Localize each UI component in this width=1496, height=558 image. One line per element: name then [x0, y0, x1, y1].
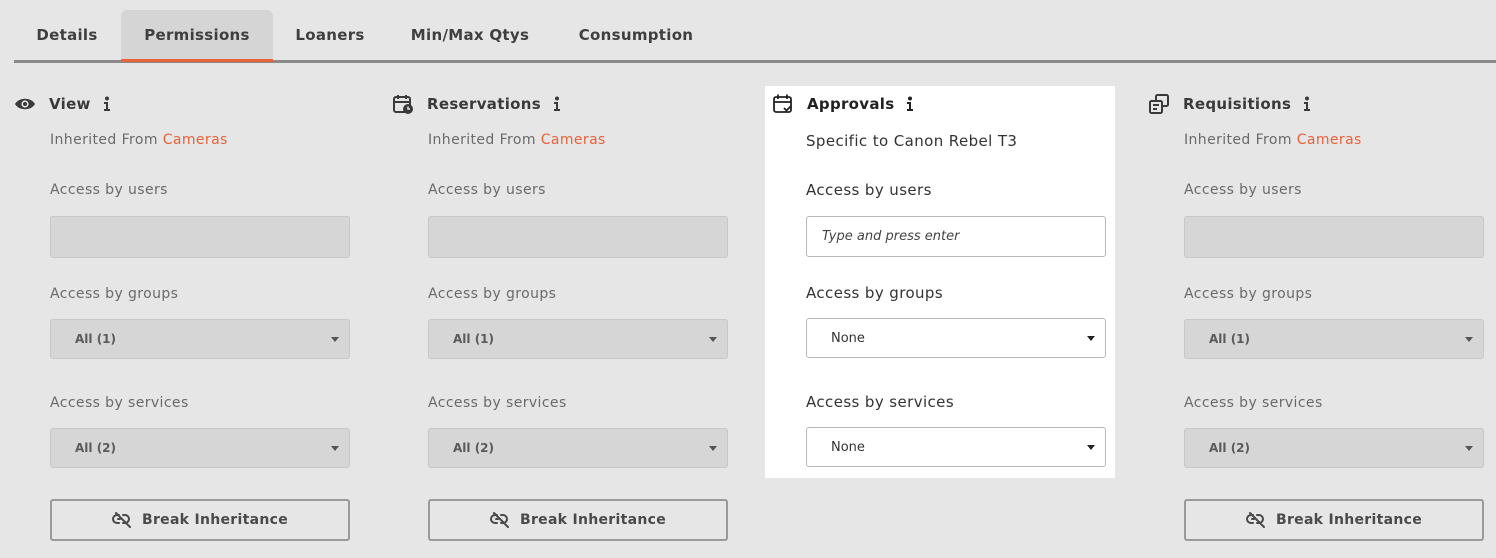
users-label: Access by users: [806, 181, 932, 199]
eye-icon: [14, 93, 36, 115]
services-label: Access by services: [1184, 395, 1323, 411]
break-inheritance-button[interactable]: Break Inheritance: [428, 499, 728, 541]
unlink-icon: [111, 512, 131, 528]
break-inheritance-label: Break Inheritance: [519, 512, 667, 528]
chevron-down-icon: [1465, 337, 1473, 342]
chevron-down-icon: [1087, 336, 1095, 341]
tab-loaners[interactable]: Loaners: [276, 10, 384, 60]
services-value: None: [831, 439, 865, 455]
tab-permissions[interactable]: Permissions: [121, 10, 273, 62]
inherit-text: Inherited From: [50, 132, 163, 148]
info-icon[interactable]: [103, 96, 113, 112]
inheritance-note: Inherited From Cameras: [428, 132, 606, 148]
groups-select: All (1): [1184, 319, 1484, 359]
view-permission-column: View Inherited From Cameras Access by us…: [14, 86, 364, 556]
unlink-icon: [1245, 512, 1265, 528]
groups-select: All (1): [50, 319, 350, 359]
info-icon[interactable]: [553, 96, 563, 112]
chevron-down-icon: [331, 446, 339, 451]
groups-label: Access by groups: [428, 286, 557, 302]
requisitions-title: Requisitions: [1183, 95, 1292, 113]
break-inheritance-button[interactable]: Break Inheritance: [50, 499, 350, 541]
chevron-down-icon: [709, 337, 717, 342]
users-label: Access by users: [50, 182, 168, 198]
calendar-check-icon: [772, 93, 794, 115]
services-value: All (2): [75, 441, 117, 455]
services-select: All (2): [428, 428, 728, 468]
groups-label: Access by groups: [806, 284, 944, 302]
break-inheritance-button[interactable]: Break Inheritance: [1184, 499, 1484, 541]
tab-min-max-qtys[interactable]: Min/Max Qtys: [394, 10, 546, 60]
users-label: Access by users: [428, 182, 546, 198]
services-select: All (2): [1184, 428, 1484, 468]
approvals-title: Approvals: [807, 95, 895, 113]
services-value: All (2): [1209, 441, 1251, 455]
users-field-disabled: [428, 216, 728, 258]
services-value: All (2): [453, 441, 495, 455]
tab-bar: Details Permissions Loaners Min/Max Qtys…: [14, 10, 1496, 63]
groups-select[interactable]: None: [806, 318, 1106, 358]
break-inheritance-label: Break Inheritance: [1275, 512, 1423, 528]
tab-consumption[interactable]: Consumption: [562, 10, 710, 60]
services-label: Access by services: [428, 395, 567, 411]
reservations-permission-column: Reservations Inherited From Cameras Acce…: [392, 86, 742, 556]
reservations-title: Reservations: [427, 95, 541, 113]
requisitions-permission-column: Requisitions Inherited From Cameras Acce…: [1148, 86, 1496, 556]
inherit-link-cameras[interactable]: Cameras: [163, 132, 228, 148]
view-title: View: [49, 95, 91, 113]
inheritance-note: Inherited From Cameras: [1184, 132, 1362, 148]
groups-value: All (1): [75, 332, 117, 346]
groups-select: All (1): [428, 319, 728, 359]
users-field-disabled: [50, 216, 350, 258]
reservations-header: Reservations: [392, 92, 563, 116]
services-select[interactable]: None: [806, 427, 1106, 467]
inherit-link-cameras[interactable]: Cameras: [1297, 132, 1362, 148]
users-input-field[interactable]: [806, 216, 1106, 257]
requisition-icon: [1148, 93, 1170, 115]
services-label: Access by services: [806, 393, 955, 411]
chevron-down-icon: [1087, 445, 1095, 450]
view-header: View: [14, 92, 113, 116]
groups-value: None: [831, 330, 865, 346]
services-label: Access by services: [50, 395, 189, 411]
chevron-down-icon: [1465, 446, 1473, 451]
inherit-text: Inherited From: [428, 132, 541, 148]
approvals-header: Approvals: [772, 92, 916, 116]
groups-value: All (1): [1209, 332, 1251, 346]
approvals-permission-column: Approvals Specific to Canon Rebel T3 Acc…: [765, 86, 1115, 478]
inherit-text: Inherited From: [1184, 132, 1297, 148]
users-field-disabled: [1184, 216, 1484, 258]
groups-label: Access by groups: [50, 286, 179, 302]
users-input[interactable]: [820, 228, 1105, 245]
groups-label: Access by groups: [1184, 286, 1313, 302]
info-icon[interactable]: [1303, 96, 1313, 112]
groups-value: All (1): [453, 332, 495, 346]
chevron-down-icon: [331, 337, 339, 342]
users-label: Access by users: [1184, 182, 1302, 198]
services-select: All (2): [50, 428, 350, 468]
requisitions-header: Requisitions: [1148, 92, 1313, 116]
chevron-down-icon: [709, 446, 717, 451]
info-icon[interactable]: [906, 96, 916, 112]
specific-note: Specific to Canon Rebel T3: [806, 132, 1018, 150]
tab-details[interactable]: Details: [14, 10, 120, 60]
calendar-clock-icon: [392, 93, 414, 115]
inheritance-note: Inherited From Cameras: [50, 132, 228, 148]
inherit-link-cameras[interactable]: Cameras: [541, 132, 606, 148]
break-inheritance-label: Break Inheritance: [141, 512, 289, 528]
unlink-icon: [489, 512, 509, 528]
